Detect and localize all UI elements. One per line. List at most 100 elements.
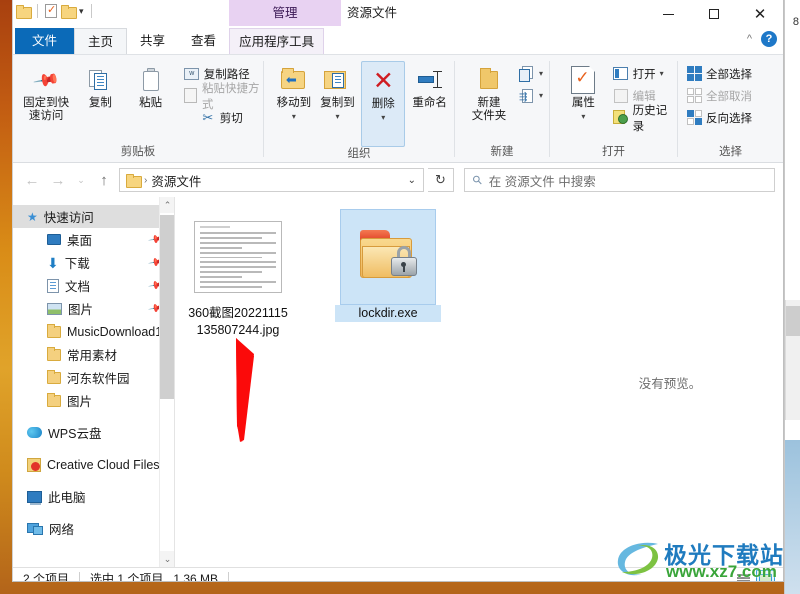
collapse-ribbon-icon[interactable]: ^ xyxy=(747,33,752,45)
ribbon: 📌 固定到快 速访问 复制 粘贴 w 复制路径 粘贴快捷方式 ✂ 剪切 剪贴板 … xyxy=(13,54,783,163)
history-button[interactable]: 历史记录 xyxy=(612,105,677,133)
properties-icon xyxy=(571,63,596,97)
sidebar-item-label: Creative Cloud Files xyxy=(47,457,160,472)
breadcrumb-current[interactable]: 资源文件 xyxy=(151,171,201,190)
ribbon-group-open: 属性 ▾ 打开 ▾ 编辑 历史记录 xyxy=(550,55,677,163)
chevron-down-icon[interactable]: ▾ xyxy=(292,110,296,123)
chevron-down-icon[interactable]: ▾ xyxy=(660,69,664,78)
forward-button[interactable]: → xyxy=(47,169,69,191)
select-none-button[interactable]: 全部取消 xyxy=(686,86,752,105)
folder-icon xyxy=(47,392,61,407)
large-icons-view-button[interactable] xyxy=(756,570,775,581)
recent-locations-button[interactable]: ⌄ xyxy=(73,169,89,191)
quick-access-toolbar: ▾ xyxy=(16,3,95,19)
delete-button[interactable]: ✕ 删除 ▾ xyxy=(361,61,406,147)
ribbon-tab-strip: 文件 主页 共享 查看 应用程序工具 ^ ? xyxy=(13,28,783,54)
refresh-button[interactable]: ↻ xyxy=(428,168,454,192)
locked-folder-icon xyxy=(356,228,420,286)
selection-size-label: 1.36 MB xyxy=(173,571,219,582)
chevron-down-icon[interactable]: ▾ xyxy=(539,69,543,78)
help-icon[interactable]: ? xyxy=(761,31,777,47)
chevron-down-icon[interactable]: ▾ xyxy=(539,91,543,100)
open-button[interactable]: 打开 ▾ xyxy=(613,64,677,83)
new-item-button[interactable]: ▾ xyxy=(519,64,543,83)
maximize-button[interactable] xyxy=(691,0,737,28)
sidebar-item-musicdownload1[interactable]: MusicDownload1 xyxy=(13,320,174,343)
sidebar-item-network[interactable]: 网络 xyxy=(13,517,174,540)
cut-icon: ✂ xyxy=(202,109,214,125)
cut-button[interactable]: ✂ 剪切 xyxy=(200,108,263,127)
sidebar-item-label: 常用素材 xyxy=(67,349,118,363)
sidebar-item-hedong[interactable]: 河东软件园 xyxy=(13,366,174,389)
sidebar-item-wps-cloud[interactable]: WPS云盘 xyxy=(13,421,174,444)
chevron-down-icon[interactable]: ▾ xyxy=(581,110,585,123)
chevron-down-icon[interactable]: ▾ xyxy=(79,6,84,16)
adobe-cc-icon xyxy=(27,457,41,472)
folder-icon[interactable] xyxy=(16,5,32,19)
paste-shortcut-button[interactable]: 粘贴快捷方式 xyxy=(184,83,263,111)
tab-home[interactable]: 主页 xyxy=(74,28,128,54)
copy-button[interactable]: 复制 xyxy=(77,61,123,110)
delete-icon: ✕ xyxy=(372,67,394,95)
sidebar-item-pictures-folder[interactable]: 图片 xyxy=(13,389,174,412)
back-button[interactable]: ← xyxy=(21,169,43,191)
paste-button[interactable]: 粘贴 xyxy=(128,61,174,110)
network-icon xyxy=(27,522,43,535)
easy-access-button[interactable]: ⇶ ▾ xyxy=(519,86,543,105)
rename-icon xyxy=(416,63,444,97)
this-pc-icon xyxy=(27,490,42,505)
sidebar-item-quick-access[interactable]: ★ 快速访问 xyxy=(13,205,174,228)
close-button[interactable]: ✕ xyxy=(737,0,783,28)
properties-button[interactable]: 属性 ▾ xyxy=(558,61,609,123)
image-thumbnail-icon xyxy=(194,221,282,293)
sidebar-item-label: 图片 xyxy=(68,303,94,317)
invert-selection-button[interactable]: 反向选择 xyxy=(686,108,752,127)
background-scrollbar[interactable] xyxy=(785,300,800,420)
scrollbar-thumb[interactable] xyxy=(160,215,174,399)
scroll-up-icon[interactable]: ⌃ xyxy=(160,197,174,213)
preview-pane: 没有预览。 xyxy=(557,197,783,567)
new-item-icon xyxy=(519,65,535,82)
search-input[interactable]: ⚲ 在 资源文件 中搜索 xyxy=(464,168,775,192)
select-all-button[interactable]: 全部选择 xyxy=(686,64,752,83)
tab-view[interactable]: 查看 xyxy=(178,28,229,54)
new-folder-button[interactable]: 新建 文件夹 xyxy=(463,61,515,123)
sidebar-item-pictures[interactable]: 图片 📌 xyxy=(13,297,174,320)
breadcrumb-separator[interactable]: › xyxy=(144,175,147,186)
sidebar-item-documents[interactable]: 文档 📌 xyxy=(13,274,174,297)
new-folder-icon xyxy=(478,63,500,97)
background-window-sliver[interactable]: 8 xyxy=(784,0,800,594)
copy-to-button[interactable]: 复制到 ▾ xyxy=(316,61,360,123)
properties-icon[interactable] xyxy=(45,3,57,18)
scroll-down-icon[interactable]: ⌄ xyxy=(160,551,174,567)
tab-application-tools[interactable]: 应用程序工具 xyxy=(229,28,325,54)
sidebar-item-common-material[interactable]: 常用素材 xyxy=(13,343,174,366)
new-folder-icon[interactable] xyxy=(61,5,77,19)
select-none-icon xyxy=(686,88,702,104)
rename-button[interactable]: 重命名 xyxy=(405,61,454,110)
details-view-button[interactable] xyxy=(734,570,753,581)
sidebar-item-downloads[interactable]: ⬇ 下载 📌 xyxy=(13,251,174,274)
pin-to-quick-access-button[interactable]: 📌 固定到快 速访问 xyxy=(23,61,69,123)
list-item[interactable]: 360截图20221115135807244.jpg xyxy=(185,209,291,339)
file-list-pane[interactable]: 360截图20221115135807244.jpg lockdir.exe 没… xyxy=(175,197,783,567)
file-explorer-window: ▾ 管理 资源文件 ✕ 文件 主页 共享 查看 应用程序工具 ^ ? xyxy=(12,0,784,582)
sidebar-item-desktop[interactable]: 桌面 📌 xyxy=(13,228,174,251)
minimize-button[interactable] xyxy=(645,0,691,28)
up-button[interactable]: ↑ xyxy=(93,169,115,191)
list-item[interactable]: lockdir.exe xyxy=(335,209,441,322)
window-controls: ✕ xyxy=(645,0,783,28)
chevron-down-icon[interactable]: ⌄ xyxy=(408,175,419,186)
sidebar-item-creative-cloud-files[interactable]: Creative Cloud Files xyxy=(13,453,174,476)
sidebar-item-this-pc[interactable]: 此电脑 xyxy=(13,485,174,508)
address-input[interactable]: › 资源文件 ⌄ xyxy=(119,168,424,192)
chevron-down-icon[interactable]: ▾ xyxy=(335,110,339,123)
tab-file[interactable]: 文件 xyxy=(15,28,75,54)
tab-share[interactable]: 共享 xyxy=(127,28,178,54)
move-to-button[interactable]: ⬅ 移动到 ▾ xyxy=(272,61,316,123)
documents-icon xyxy=(47,278,59,293)
ribbon-group-label-new: 新建 xyxy=(490,146,514,158)
quick-access-star-icon: ★ xyxy=(27,209,38,224)
sidebar-scrollbar[interactable]: ⌃ ⌄ xyxy=(159,197,174,567)
chevron-down-icon[interactable]: ▾ xyxy=(381,111,385,124)
